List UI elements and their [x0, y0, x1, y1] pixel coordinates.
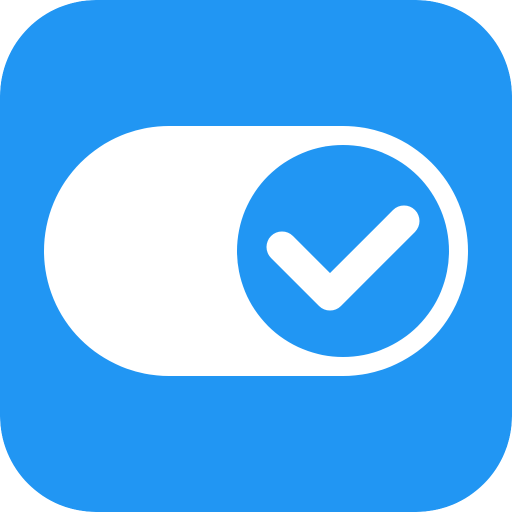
toggle-app-icon[interactable] [0, 0, 512, 512]
toggle-switch-graphic [0, 0, 512, 512]
